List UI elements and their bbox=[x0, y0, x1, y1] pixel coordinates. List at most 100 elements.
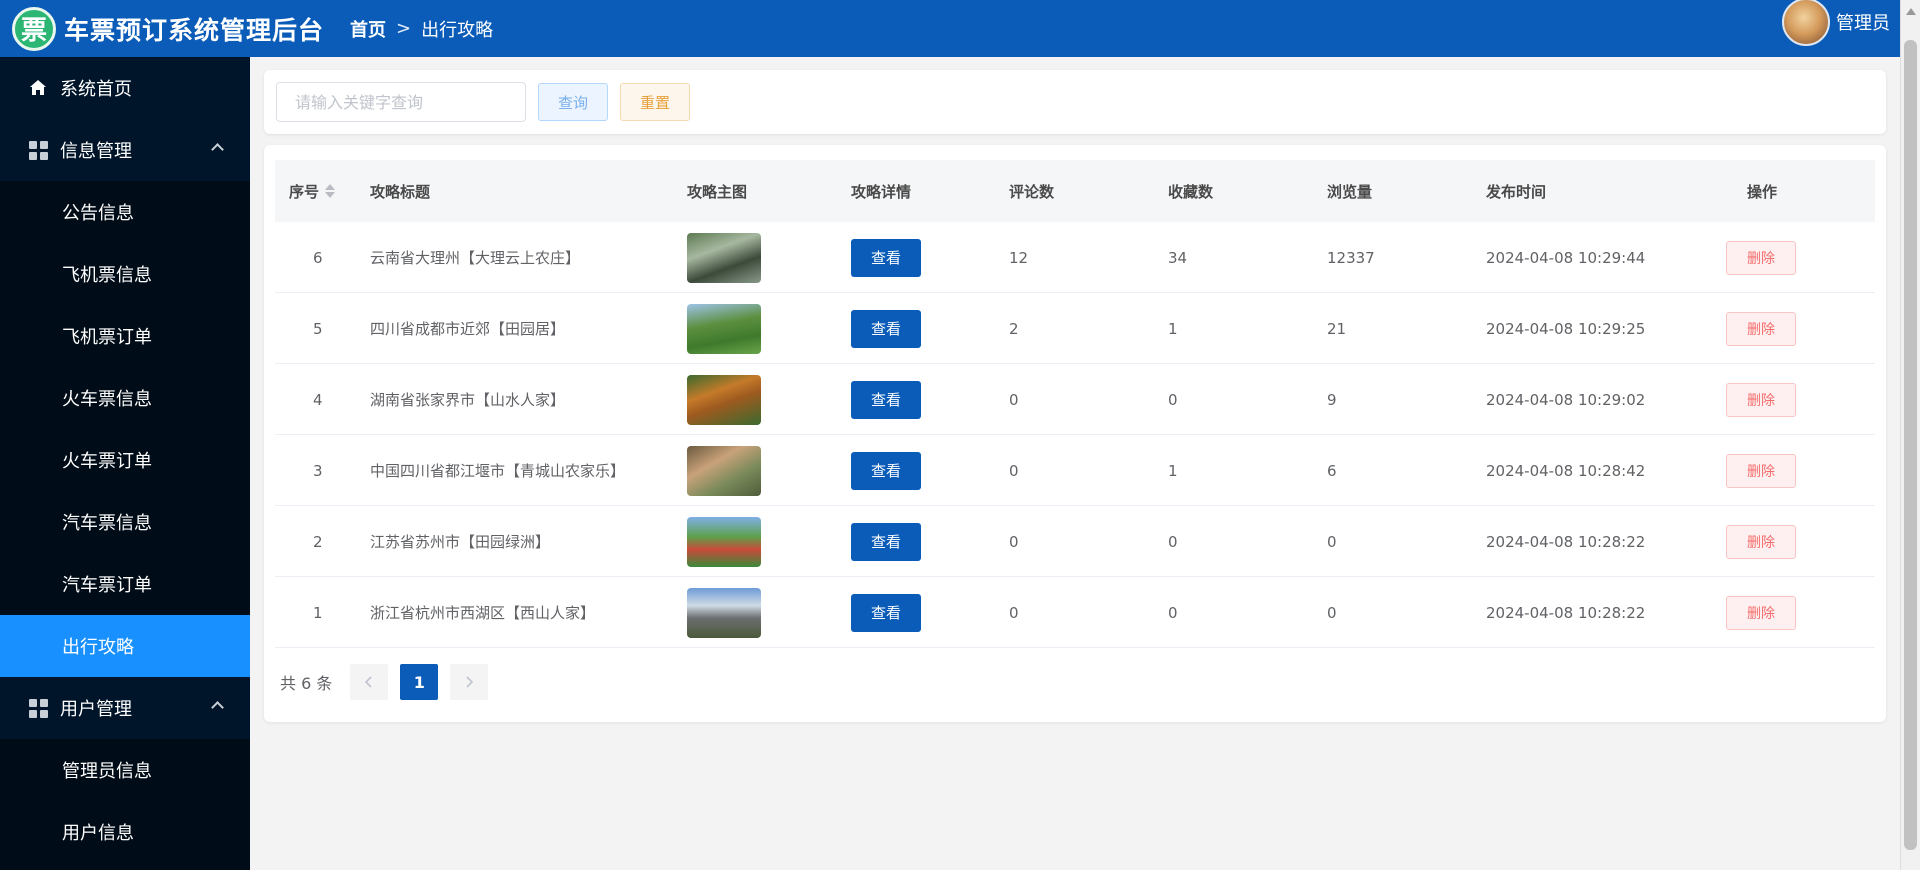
cell-details: 查看 bbox=[851, 293, 921, 364]
table-row: 3 中国四川省都江堰市【青城山农家乐】 查看 0 1 6 2024-04-08 … bbox=[275, 435, 1875, 506]
cell-details: 查看 bbox=[851, 577, 921, 648]
guide-thumbnail[interactable] bbox=[687, 516, 761, 567]
cell-image bbox=[687, 506, 761, 577]
sort-icon[interactable] bbox=[325, 183, 336, 199]
delete-button[interactable]: 删除 bbox=[1726, 524, 1796, 559]
cell-actions: 删除 bbox=[1726, 577, 1796, 648]
breadcrumb-separator: > bbox=[396, 18, 412, 39]
sidebar-item-train-info[interactable]: 火车票信息 bbox=[0, 367, 250, 429]
sidebar-item-bus-orders[interactable]: 汽车票订单 bbox=[0, 553, 250, 615]
sidebar-item-travel-guides[interactable]: 出行攻略 bbox=[0, 615, 250, 677]
sidebar-item-user-info[interactable]: 用户信息 bbox=[0, 801, 250, 863]
breadcrumb-current: 出行攻略 bbox=[421, 19, 494, 41]
cell-views: 12337 bbox=[1327, 248, 1375, 267]
sidebar-item-train-orders[interactable]: 火车票订单 bbox=[0, 429, 250, 491]
page-scrollbar[interactable] bbox=[1900, 0, 1920, 870]
sidebar-item-flight-info[interactable]: 飞机票信息 bbox=[0, 243, 250, 305]
view-button[interactable]: 查看 bbox=[851, 238, 921, 277]
pagination: 共 6 条 1 bbox=[280, 664, 489, 700]
user-name[interactable]: 管理员 bbox=[1836, 9, 1890, 35]
pagination-total: 共 6 条 bbox=[280, 674, 333, 693]
cell-favorites: 1 bbox=[1168, 319, 1178, 338]
sidebar-item-flight-orders[interactable]: 飞机票订单 bbox=[0, 305, 250, 367]
breadcrumb-home[interactable]: 首页 bbox=[350, 16, 386, 42]
cell-actions: 删除 bbox=[1726, 435, 1796, 506]
view-button[interactable]: 查看 bbox=[851, 380, 921, 419]
column-header-actions: 操作 bbox=[1747, 182, 1778, 201]
view-button[interactable]: 查看 bbox=[851, 593, 921, 632]
delete-button[interactable]: 删除 bbox=[1726, 595, 1796, 630]
cell-favorites: 0 bbox=[1168, 532, 1178, 551]
reset-button[interactable]: 重置 bbox=[620, 83, 690, 121]
cell-comments: 2 bbox=[1009, 319, 1019, 338]
sidebar-item-label: 信息管理 bbox=[60, 141, 132, 162]
guide-thumbnail[interactable] bbox=[687, 303, 761, 354]
sidebar-item-label: 飞机票信息 bbox=[62, 265, 152, 286]
table-header: 序号 攻略标题 攻略主图 攻略详情 评论数 收藏数 浏览量 发布时间 操作 bbox=[275, 160, 1875, 222]
sidebar-group-info-management[interactable]: 信息管理 bbox=[0, 119, 250, 181]
column-header-title: 攻略标题 bbox=[370, 182, 431, 201]
column-header-id[interactable]: 序号 bbox=[289, 160, 336, 222]
sidebar-item-notices[interactable]: 公告信息 bbox=[0, 181, 250, 243]
cell-views: 6 bbox=[1327, 461, 1337, 480]
table-row: 2 江苏省苏州市【田园绿洲】 查看 0 0 0 2024-04-08 10:28… bbox=[275, 506, 1875, 577]
scroll-up-arrow-icon[interactable] bbox=[1906, 8, 1916, 15]
breadcrumb: 首页 > 出行攻略 bbox=[350, 16, 493, 42]
column-header-favorites: 收藏数 bbox=[1168, 182, 1214, 201]
cell-image bbox=[687, 293, 761, 364]
sidebar: 系统首页 信息管理 公告信息 飞机票信息 飞机票订单 火车票信息 火车票订单 汽… bbox=[0, 57, 250, 870]
cell-actions: 删除 bbox=[1726, 506, 1796, 577]
page-number-current[interactable]: 1 bbox=[400, 664, 439, 700]
cell-id: 5 bbox=[313, 319, 323, 338]
cell-id: 1 bbox=[313, 603, 323, 622]
cell-favorites: 0 bbox=[1168, 390, 1178, 409]
cell-image bbox=[687, 222, 761, 293]
user-menu[interactable]: 管理员 bbox=[1782, 0, 1890, 46]
cell-image bbox=[687, 435, 761, 506]
cell-favorites: 34 bbox=[1168, 248, 1188, 267]
cell-comments: 0 bbox=[1009, 461, 1019, 480]
sidebar-item-admin-info[interactable]: 管理员信息 bbox=[0, 739, 250, 801]
cell-id: 6 bbox=[313, 248, 323, 267]
guide-thumbnail[interactable] bbox=[687, 587, 761, 638]
sidebar-item-bus-info[interactable]: 汽车票信息 bbox=[0, 491, 250, 553]
search-input[interactable] bbox=[276, 82, 526, 122]
guide-thumbnail[interactable] bbox=[687, 232, 761, 283]
query-button[interactable]: 查询 bbox=[538, 83, 608, 121]
cell-views: 21 bbox=[1327, 319, 1347, 338]
delete-button[interactable]: 删除 bbox=[1726, 453, 1796, 488]
cell-details: 查看 bbox=[851, 364, 921, 435]
sidebar-item-home[interactable]: 系统首页 bbox=[0, 57, 250, 119]
search-panel: 查询 重置 bbox=[264, 70, 1886, 134]
avatar[interactable] bbox=[1782, 0, 1830, 46]
cell-title: 湖南省张家界市【山水人家】 bbox=[370, 391, 566, 409]
column-header-comments: 评论数 bbox=[1009, 182, 1055, 201]
guide-thumbnail[interactable] bbox=[687, 374, 761, 425]
cell-publish-time: 2024-04-08 10:28:22 bbox=[1486, 532, 1646, 551]
sidebar-group-user-management[interactable]: 用户管理 bbox=[0, 677, 250, 739]
table-row: 5 四川省成都市近郊【田园居】 查看 2 1 21 2024-04-08 10:… bbox=[275, 293, 1875, 364]
column-header-publish-time: 发布时间 bbox=[1486, 182, 1547, 201]
cell-publish-time: 2024-04-08 10:28:22 bbox=[1486, 603, 1646, 622]
scroll-thumb[interactable] bbox=[1904, 40, 1917, 850]
sidebar-item-label: 火车票订单 bbox=[62, 451, 152, 472]
cell-image bbox=[687, 577, 761, 648]
chevron-right-icon[interactable] bbox=[450, 664, 489, 700]
cell-title: 中国四川省都江堰市【青城山农家乐】 bbox=[370, 462, 626, 480]
delete-button[interactable]: 删除 bbox=[1726, 311, 1796, 346]
chevron-left-icon[interactable] bbox=[350, 664, 389, 700]
delete-button[interactable]: 删除 bbox=[1726, 240, 1796, 275]
cell-id: 2 bbox=[313, 532, 323, 551]
cell-actions: 删除 bbox=[1726, 222, 1796, 293]
view-button[interactable]: 查看 bbox=[851, 309, 921, 348]
cell-publish-time: 2024-04-08 10:29:44 bbox=[1486, 248, 1646, 267]
view-button[interactable]: 查看 bbox=[851, 451, 921, 490]
sidebar-item-label: 汽车票订单 bbox=[62, 575, 152, 596]
view-button[interactable]: 查看 bbox=[851, 522, 921, 561]
table-row: 6 云南省大理州【大理云上农庄】 查看 12 34 12337 2024-04-… bbox=[275, 222, 1875, 293]
column-header-image: 攻略主图 bbox=[687, 182, 748, 201]
cell-actions: 删除 bbox=[1726, 293, 1796, 364]
guide-thumbnail[interactable] bbox=[687, 445, 761, 496]
delete-button[interactable]: 删除 bbox=[1726, 382, 1796, 417]
cell-views: 0 bbox=[1327, 603, 1337, 622]
